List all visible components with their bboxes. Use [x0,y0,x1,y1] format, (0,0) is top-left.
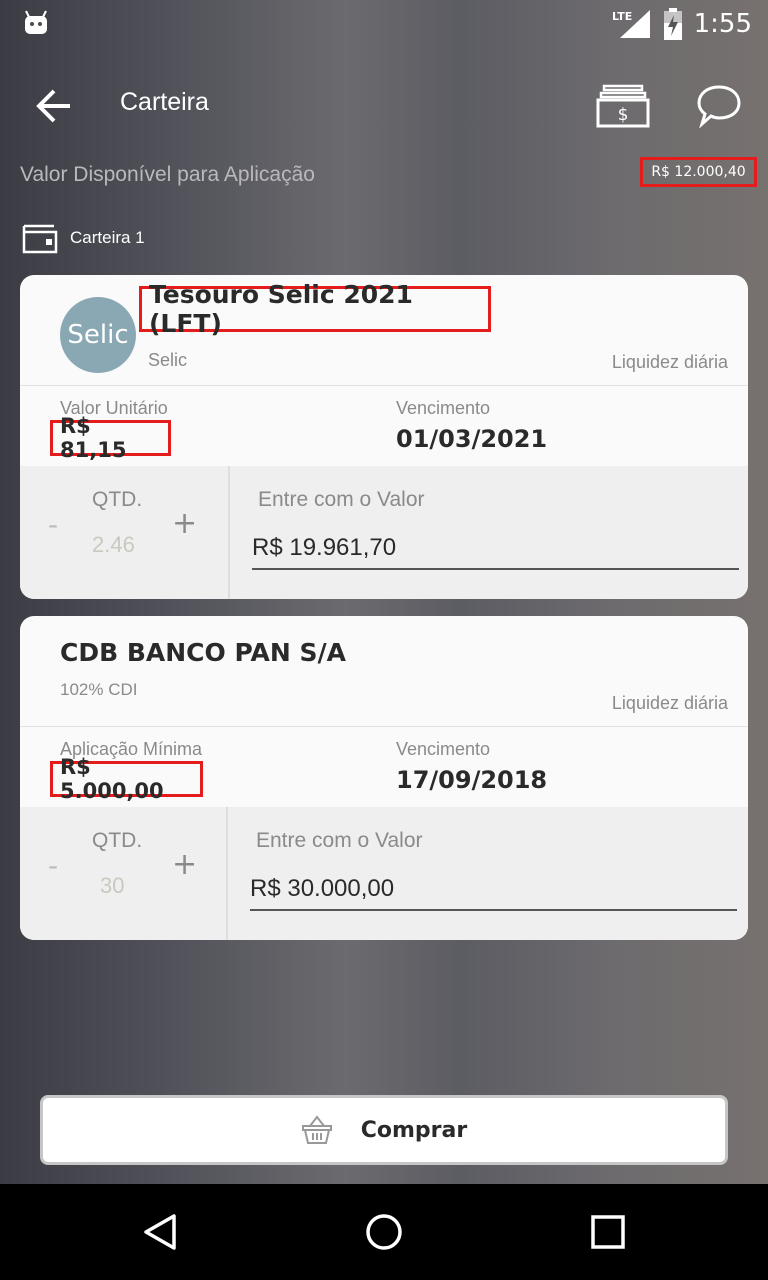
navigation-bar [0,1184,768,1280]
liquidity-label: Liquidez diária [611,352,728,372]
wallet-selector[interactable]: Carteira 1 [20,220,145,256]
back-arrow-icon[interactable] [34,86,74,126]
wallet-icon [22,224,58,254]
increase-quantity-button[interactable]: + [172,506,197,541]
due-date-value: 17/09/2018 [396,766,548,794]
wallet-label: Carteira 1 [70,228,145,247]
value-input[interactable] [252,528,739,570]
quantity-stepper: - QTD. 2.46 + [20,466,230,599]
due-date-value: 01/03/2021 [396,425,548,453]
nav-recents-icon[interactable] [590,1214,626,1250]
selic-logo: Selic [60,297,136,373]
product-subtitle: 102% CDI [60,680,138,699]
lte-signal-icon [619,10,650,38]
product-title: Tesouro Selic 2021 (LFT) [139,280,491,338]
divider [20,385,748,386]
quantity-label: QTD. [92,488,143,511]
basket-icon [301,1115,332,1144]
unit-value: R$ 81,15 [50,414,171,462]
due-date-label: Vencimento [396,739,491,759]
android-icon [25,10,47,34]
due-date-label: Vencimento [396,398,491,418]
quantity-label: QTD. [92,829,143,852]
battery-charging-icon [663,8,682,40]
buy-button[interactable]: Comprar [40,1095,728,1165]
input-area: - QTD. 30 + Entre com o Valor [20,807,748,940]
status-time: 1:55 [693,9,752,39]
page-title: Carteira [120,88,209,116]
status-bar: LTE 1:55 [0,0,768,48]
available-label: Valor Disponível para Aplicação [20,163,315,186]
value-input-label: Entre com o Valor [258,488,425,511]
value-input[interactable] [250,869,737,911]
minimum-investment-value: R$ 5.000,00 [50,755,203,803]
liquidity-label: Liquidez diária [611,693,728,713]
product-card-cdb-banco-pan: CDB BANCO PAN S/A 102% CDI Liquidez diár… [20,616,748,940]
available-value: R$ 12.000,40 [640,157,757,187]
quantity-stepper: - QTD. 30 + [20,807,228,940]
divider [20,726,748,727]
svg-text:$: $ [618,105,629,125]
quantity-value: 2.46 [92,532,135,557]
buy-button-label: Comprar [360,1117,468,1143]
cash-icon[interactable]: $ [596,84,650,128]
quantity-value: 30 [100,873,125,898]
decrease-quantity-button[interactable]: - [48,508,58,541]
nav-back-icon[interactable] [140,1212,180,1252]
input-area: - QTD. 2.46 + Entre com o Valor [20,466,748,599]
value-input-label: Entre com o Valor [256,829,423,852]
increase-quantity-button[interactable]: + [172,847,197,882]
product-card-tesouro-selic: Selic Tesouro Selic 2021 (LFT) Selic Liq… [20,275,748,599]
product-title: CDB BANCO PAN S/A [60,638,346,667]
nav-home-icon[interactable] [364,1212,404,1252]
product-subtitle: Selic [148,350,188,370]
decrease-quantity-button[interactable]: - [48,849,58,882]
chat-bubble-icon[interactable] [696,84,742,128]
app-bar: Carteira $ [0,62,768,148]
